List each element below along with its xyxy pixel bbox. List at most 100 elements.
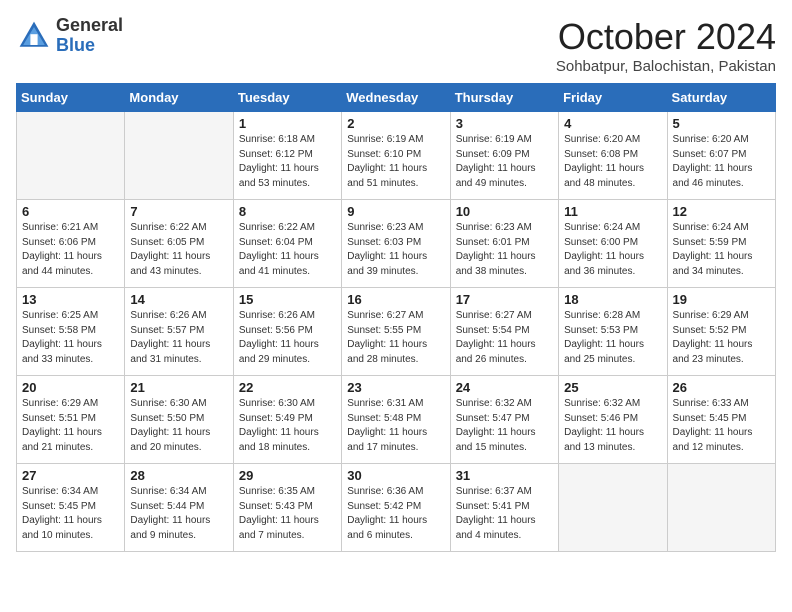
week-row-2: 6 Sunrise: 6:21 AM Sunset: 6:06 PM Daylig… (17, 200, 776, 288)
column-header-monday: Monday (125, 84, 233, 112)
day-number: 14 (130, 292, 227, 307)
day-info: Sunrise: 6:19 AM Sunset: 6:09 PM Dayligh… (456, 133, 553, 191)
day-info: Sunrise: 6:27 AM Sunset: 5:54 PM Dayligh… (456, 309, 553, 367)
calendar-cell: 7 Sunrise: 6:22 AM Sunset: 6:05 PM Daylig… (125, 200, 233, 288)
day-info: Sunrise: 6:24 AM Sunset: 6:00 PM Dayligh… (564, 221, 661, 279)
day-info: Sunrise: 6:29 AM Sunset: 5:51 PM Dayligh… (22, 397, 119, 455)
calendar-cell: 6 Sunrise: 6:21 AM Sunset: 6:06 PM Daylig… (17, 200, 125, 288)
day-number: 7 (130, 204, 227, 219)
calendar-cell: 10 Sunrise: 6:23 AM Sunset: 6:01 PM Dayli… (450, 200, 558, 288)
day-info: Sunrise: 6:29 AM Sunset: 5:52 PM Dayligh… (673, 309, 770, 367)
day-number: 13 (22, 292, 119, 307)
calendar-cell (559, 464, 667, 552)
calendar-cell: 14 Sunrise: 6:26 AM Sunset: 5:57 PM Dayli… (125, 288, 233, 376)
logo-icon (16, 18, 52, 54)
day-info: Sunrise: 6:19 AM Sunset: 6:10 PM Dayligh… (347, 133, 444, 191)
calendar-cell: 17 Sunrise: 6:27 AM Sunset: 5:54 PM Dayli… (450, 288, 558, 376)
page-header: General Blue October 2024 Sohbatpur, Bal… (16, 16, 776, 75)
calendar-table: SundayMondayTuesdayWednesdayThursdayFrid… (16, 83, 776, 552)
day-number: 30 (347, 468, 444, 483)
day-info: Sunrise: 6:34 AM Sunset: 5:45 PM Dayligh… (22, 485, 119, 543)
calendar-cell: 16Sunrise: 6:27 AM Sunset: 5:55 PM Dayli… (342, 288, 450, 376)
day-info: Sunrise: 6:31 AM Sunset: 5:48 PM Dayligh… (347, 397, 444, 455)
day-number: 2 (347, 116, 444, 131)
day-info: Sunrise: 6:24 AM Sunset: 5:59 PM Dayligh… (673, 221, 770, 279)
day-info: Sunrise: 6:30 AM Sunset: 5:50 PM Dayligh… (130, 397, 227, 455)
logo-general: General (56, 16, 123, 36)
day-info: Sunrise: 6:22 AM Sunset: 6:04 PM Dayligh… (239, 221, 336, 279)
calendar-cell: 4Sunrise: 6:20 AM Sunset: 6:08 PM Daylig… (559, 112, 667, 200)
day-number: 3 (456, 116, 553, 131)
day-info: Sunrise: 6:18 AM Sunset: 6:12 PM Dayligh… (239, 133, 336, 191)
column-header-friday: Friday (559, 84, 667, 112)
day-number: 4 (564, 116, 661, 131)
day-number: 27 (22, 468, 119, 483)
day-info: Sunrise: 6:30 AM Sunset: 5:49 PM Dayligh… (239, 397, 336, 455)
logo: General Blue (16, 16, 123, 56)
week-row-4: 20Sunrise: 6:29 AM Sunset: 5:51 PM Dayli… (17, 376, 776, 464)
calendar-cell: 25 Sunrise: 6:32 AM Sunset: 5:46 PM Dayli… (559, 376, 667, 464)
day-info: Sunrise: 6:37 AM Sunset: 5:41 PM Dayligh… (456, 485, 553, 543)
day-info: Sunrise: 6:22 AM Sunset: 6:05 PM Dayligh… (130, 221, 227, 279)
calendar-cell: 15Sunrise: 6:26 AM Sunset: 5:56 PM Dayli… (233, 288, 341, 376)
calendar-cell (17, 112, 125, 200)
header-row: SundayMondayTuesdayWednesdayThursdayFrid… (17, 84, 776, 112)
calendar-cell: 23 Sunrise: 6:31 AM Sunset: 5:48 PM Dayli… (342, 376, 450, 464)
day-info: Sunrise: 6:21 AM Sunset: 6:06 PM Dayligh… (22, 221, 119, 279)
calendar-cell: 3 Sunrise: 6:19 AM Sunset: 6:09 PM Daylig… (450, 112, 558, 200)
day-number: 25 (564, 380, 661, 395)
calendar-cell: 31 Sunrise: 6:37 AM Sunset: 5:41 PM Dayli… (450, 464, 558, 552)
calendar-cell: 9 Sunrise: 6:23 AM Sunset: 6:03 PM Daylig… (342, 200, 450, 288)
month-title: October 2024 (556, 16, 776, 58)
day-info: Sunrise: 6:26 AM Sunset: 5:56 PM Dayligh… (239, 309, 336, 367)
column-header-thursday: Thursday (450, 84, 558, 112)
day-info: Sunrise: 6:27 AM Sunset: 5:55 PM Dayligh… (347, 309, 444, 367)
day-info: Sunrise: 6:23 AM Sunset: 6:01 PM Dayligh… (456, 221, 553, 279)
column-header-sunday: Sunday (17, 84, 125, 112)
day-info: Sunrise: 6:20 AM Sunset: 6:07 PM Dayligh… (673, 133, 770, 191)
week-row-3: 13 Sunrise: 6:25 AM Sunset: 5:58 PM Dayli… (17, 288, 776, 376)
day-info: Sunrise: 6:35 AM Sunset: 5:43 PM Dayligh… (239, 485, 336, 543)
day-number: 11 (564, 204, 661, 219)
day-info: Sunrise: 6:33 AM Sunset: 5:45 PM Dayligh… (673, 397, 770, 455)
calendar-cell: 1 Sunrise: 6:18 AM Sunset: 6:12 PM Daylig… (233, 112, 341, 200)
calendar-cell: 5 Sunrise: 6:20 AM Sunset: 6:07 PM Daylig… (667, 112, 775, 200)
day-number: 5 (673, 116, 770, 131)
calendar-cell: 22Sunrise: 6:30 AM Sunset: 5:49 PM Dayli… (233, 376, 341, 464)
calendar-cell: 27 Sunrise: 6:34 AM Sunset: 5:45 PM Dayli… (17, 464, 125, 552)
calendar-cell: 24Sunrise: 6:32 AM Sunset: 5:47 PM Dayli… (450, 376, 558, 464)
calendar-cell: 18Sunrise: 6:28 AM Sunset: 5:53 PM Dayli… (559, 288, 667, 376)
calendar-cell: 29Sunrise: 6:35 AM Sunset: 5:43 PM Dayli… (233, 464, 341, 552)
calendar-cell: 11 Sunrise: 6:24 AM Sunset: 6:00 PM Dayli… (559, 200, 667, 288)
day-number: 28 (130, 468, 227, 483)
day-number: 31 (456, 468, 553, 483)
day-number: 19 (673, 292, 770, 307)
day-number: 10 (456, 204, 553, 219)
day-number: 1 (239, 116, 336, 131)
day-info: Sunrise: 6:28 AM Sunset: 5:53 PM Dayligh… (564, 309, 661, 367)
calendar-cell (667, 464, 775, 552)
calendar-cell: 19 Sunrise: 6:29 AM Sunset: 5:52 PM Dayli… (667, 288, 775, 376)
calendar-cell: 21 Sunrise: 6:30 AM Sunset: 5:50 PM Dayli… (125, 376, 233, 464)
column-header-wednesday: Wednesday (342, 84, 450, 112)
day-number: 6 (22, 204, 119, 219)
column-header-saturday: Saturday (667, 84, 775, 112)
day-number: 9 (347, 204, 444, 219)
day-info: Sunrise: 6:23 AM Sunset: 6:03 PM Dayligh… (347, 221, 444, 279)
day-info: Sunrise: 6:25 AM Sunset: 5:58 PM Dayligh… (22, 309, 119, 367)
title-block: October 2024 Sohbatpur, Balochistan, Pak… (556, 16, 776, 75)
week-row-5: 27 Sunrise: 6:34 AM Sunset: 5:45 PM Dayli… (17, 464, 776, 552)
day-number: 26 (673, 380, 770, 395)
day-info: Sunrise: 6:34 AM Sunset: 5:44 PM Dayligh… (130, 485, 227, 543)
calendar-cell: 26 Sunrise: 6:33 AM Sunset: 5:45 PM Dayli… (667, 376, 775, 464)
column-header-tuesday: Tuesday (233, 84, 341, 112)
calendar-cell (125, 112, 233, 200)
logo-text: General Blue (56, 16, 123, 56)
day-info: Sunrise: 6:26 AM Sunset: 5:57 PM Dayligh… (130, 309, 227, 367)
day-number: 23 (347, 380, 444, 395)
day-number: 21 (130, 380, 227, 395)
day-number: 17 (456, 292, 553, 307)
calendar-cell: 12Sunrise: 6:24 AM Sunset: 5:59 PM Dayli… (667, 200, 775, 288)
day-number: 8 (239, 204, 336, 219)
day-info: Sunrise: 6:32 AM Sunset: 5:46 PM Dayligh… (564, 397, 661, 455)
